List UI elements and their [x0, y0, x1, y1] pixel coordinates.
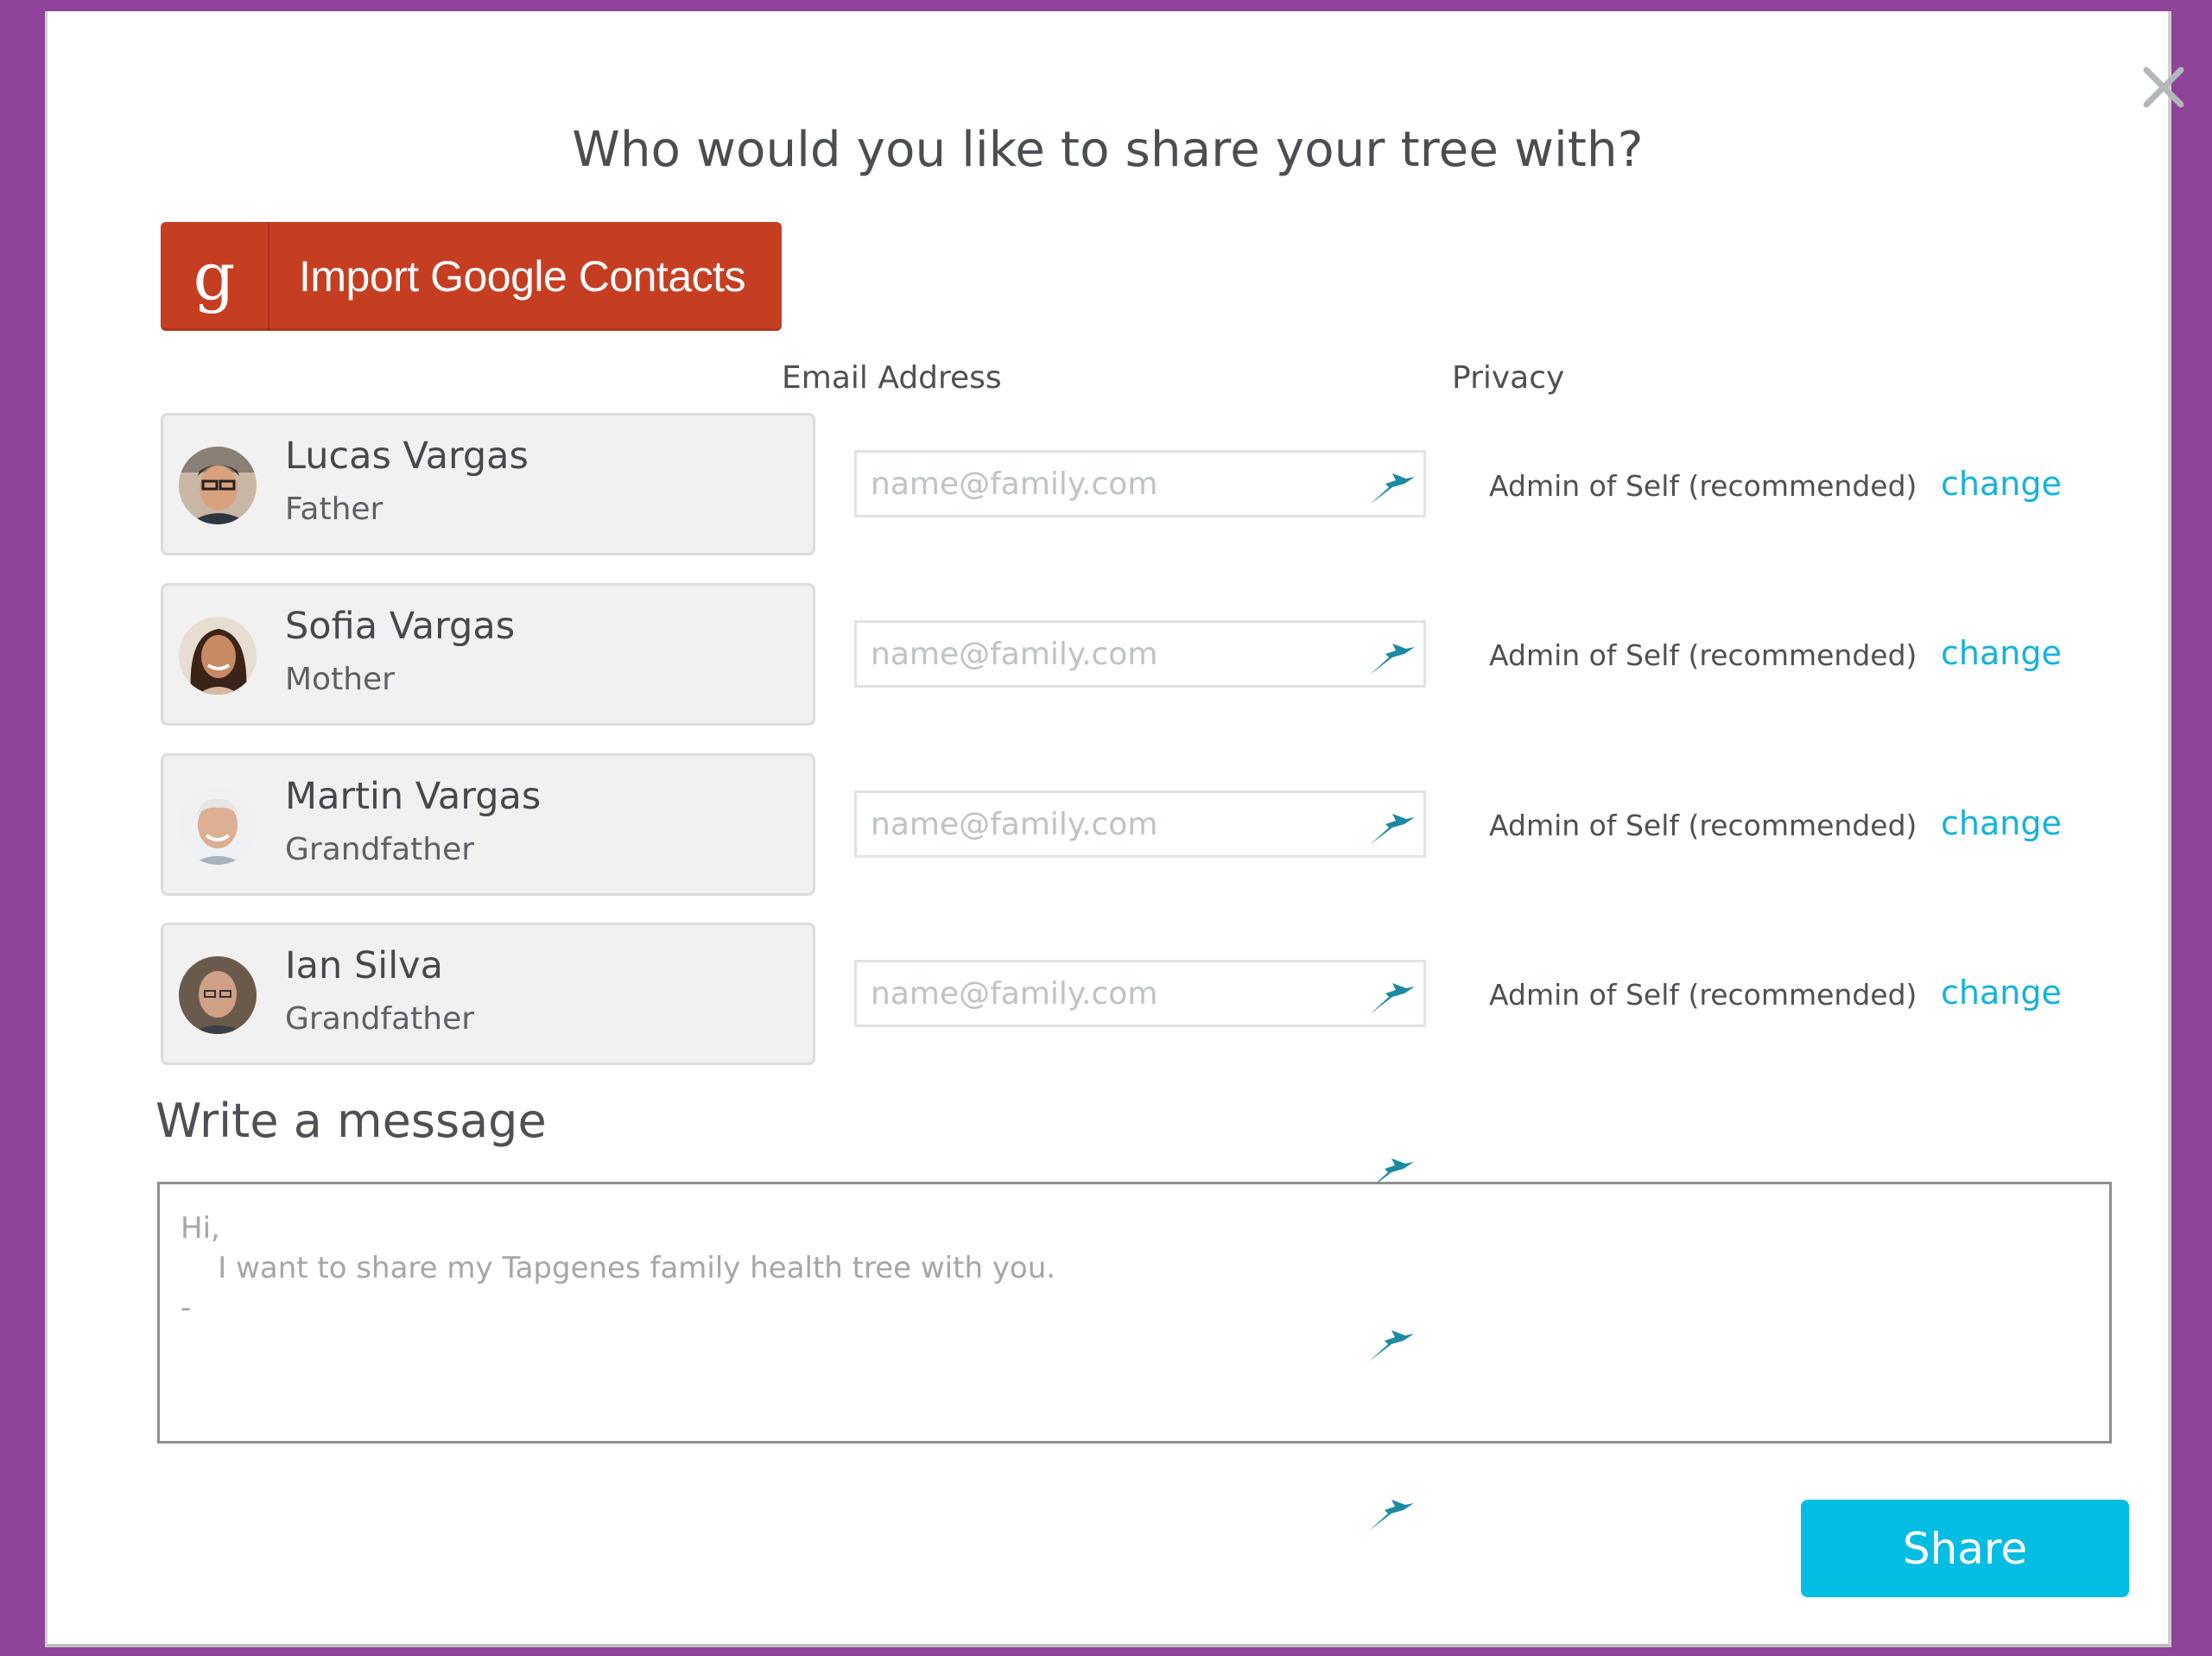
privacy-value: Admin of Self (recommended) [1489, 638, 1917, 672]
person-name: Martin Vargas [285, 775, 542, 818]
avatar [179, 787, 257, 865]
message-line: Hi, [181, 1211, 220, 1246]
email-field[interactable] [854, 450, 1426, 517]
dialog-title: Who would you like to share your tree wi… [572, 122, 1644, 178]
person-card: Ian Silva Grandfather [161, 923, 815, 1065]
google-g-icon: g [161, 222, 269, 331]
email-input[interactable] [857, 793, 1354, 855]
avatar [179, 617, 257, 695]
share-button[interactable]: Share [1801, 1500, 2129, 1597]
person-relation: Grandfather [285, 832, 475, 867]
person-card: Lucas Vargas Father [161, 413, 815, 555]
message-label: Write a message [155, 1094, 547, 1148]
privacy-value: Admin of Self (recommended) [1489, 809, 1917, 842]
email-field[interactable] [854, 790, 1426, 858]
email-field[interactable] [854, 960, 1426, 1027]
gazelle-icon [1370, 983, 1415, 1014]
email-input[interactable] [857, 623, 1354, 685]
message-line: I want to share my Tapgenes family healt… [181, 1251, 1056, 1285]
avatar [179, 447, 257, 524]
gazelle-icon [1369, 1330, 1414, 1361]
person-name: Ian Silva [285, 944, 443, 987]
avatar [179, 956, 257, 1034]
email-input[interactable] [857, 962, 1354, 1025]
message-line: - [181, 1291, 192, 1325]
person-name: Lucas Vargas [285, 435, 529, 478]
privacy-value: Admin of Self (recommended) [1489, 978, 1917, 1012]
change-privacy-link[interactable]: change [1941, 465, 2062, 503]
person-relation: Mother [285, 662, 395, 697]
privacy-value: Admin of Self (recommended) [1489, 469, 1917, 503]
change-privacy-link[interactable]: change [1941, 974, 2062, 1012]
privacy-column-header: Privacy [1452, 360, 1565, 396]
import-google-contacts-label: Import Google Contacts [299, 252, 746, 301]
gazelle-icon [1370, 644, 1415, 675]
gazelle-icon [1370, 814, 1415, 845]
close-icon[interactable] [2138, 61, 2190, 113]
person-relation: Grandfather [285, 1001, 475, 1037]
email-column-header: Email Address [782, 360, 1002, 396]
message-textarea[interactable]: Hi, I want to share my Tapgenes family h… [157, 1182, 2112, 1443]
change-privacy-link[interactable]: change [1941, 804, 2062, 842]
gazelle-icon [1369, 1500, 1414, 1531]
gazelle-icon [1370, 473, 1415, 504]
share-dialog: Who would you like to share your tree wi… [45, 11, 2184, 1647]
change-privacy-link[interactable]: change [1941, 634, 2062, 672]
email-input[interactable] [857, 453, 1354, 515]
import-google-contacts-button[interactable]: g Import Google Contacts [161, 222, 782, 331]
person-relation: Father [285, 492, 383, 527]
person-card: Sofia Vargas Mother [161, 583, 815, 726]
person-card: Martin Vargas Grandfather [161, 753, 815, 896]
email-field[interactable] [854, 620, 1426, 688]
person-name: Sofia Vargas [285, 605, 516, 648]
